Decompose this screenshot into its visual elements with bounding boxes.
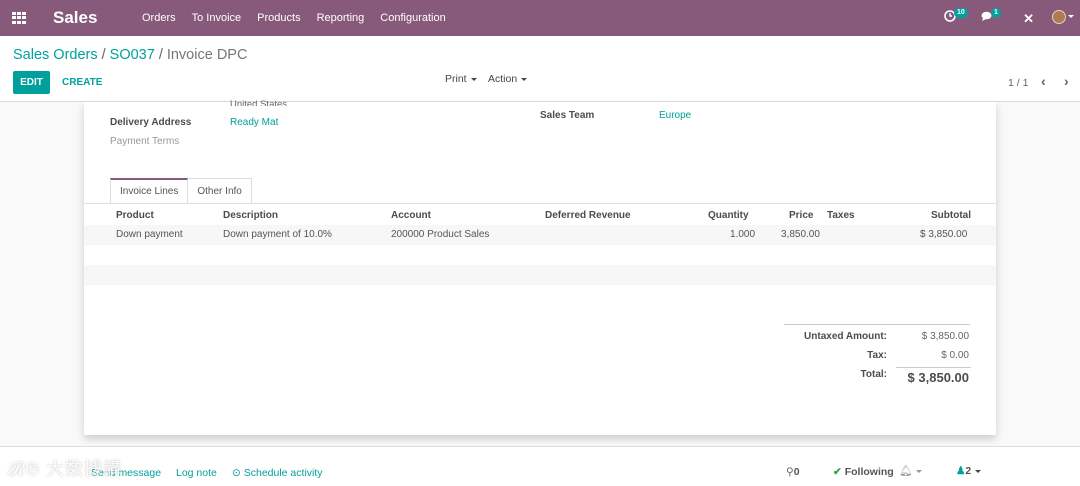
cell-account: 200000 Product Sales xyxy=(391,229,490,240)
apps-menu-icon[interactable] xyxy=(12,12,26,24)
tax-label: Tax: xyxy=(867,350,887,361)
watermark-text: 大数據講 xyxy=(46,459,123,479)
column-account[interactable]: Account xyxy=(391,210,431,221)
form-sheet: United States Delivery Address Ready Mat… xyxy=(84,99,996,435)
message-count-badge: 1 xyxy=(991,8,1001,18)
followers-count: 2 xyxy=(965,465,972,477)
column-description[interactable]: Description xyxy=(223,210,278,221)
print-label: Print xyxy=(445,73,467,85)
totals-divider xyxy=(784,324,970,325)
pager-value[interactable]: 1 / 1 xyxy=(1008,77,1028,89)
untaxed-amount-value: $ 3,850.00 xyxy=(921,331,969,342)
notification-bell-dropdown[interactable]: 🔔︎ xyxy=(899,464,923,477)
column-product[interactable]: Product xyxy=(116,210,154,221)
pager-next-icon[interactable]: › xyxy=(1064,73,1069,89)
menu-item-orders[interactable]: Orders xyxy=(142,12,176,24)
attachments-count: 0 xyxy=(793,466,800,478)
caret-down-icon xyxy=(470,77,477,81)
clock-icon: ⊙ xyxy=(232,467,241,479)
delivery-address-label: Delivery Address xyxy=(110,117,192,128)
check-icon: ✔ xyxy=(833,466,842,478)
edit-button[interactable]: EDIT xyxy=(13,71,50,94)
followers-dropdown[interactable]: ♟2 xyxy=(956,465,982,477)
pager-previous-icon[interactable]: ‹ xyxy=(1041,73,1046,89)
column-quantity[interactable]: Quantity xyxy=(708,210,749,221)
sales-team-link[interactable]: Europe xyxy=(659,110,691,121)
top-navbar: Sales Orders To Invoice Products Reporti… xyxy=(0,0,1080,36)
follow-button[interactable]: ✔ Following xyxy=(833,466,894,478)
untaxed-amount-label: Untaxed Amount: xyxy=(804,331,887,342)
menu-item-reporting[interactable]: Reporting xyxy=(317,12,365,24)
schedule-activity-label: Schedule activity xyxy=(243,467,323,479)
caret-down-icon xyxy=(916,469,923,473)
control-panel: Sales Orders / SO037/Invoice DPC EDIT CREA… xyxy=(0,36,1080,102)
table-row-empty xyxy=(84,265,996,285)
total-value: $ 3,850.00 xyxy=(907,370,969,385)
column-taxes[interactable]: Taxes xyxy=(827,210,855,221)
cell-quantity: 1.000 xyxy=(730,229,756,240)
tax-value: $ 0.00 xyxy=(941,350,969,361)
column-deferred-revenue[interactable]: Deferred Revenue xyxy=(545,210,631,221)
sales-team-label: Sales Team xyxy=(540,110,595,121)
print-dropdown[interactable]: Print xyxy=(445,73,477,85)
menu-item-to-invoice[interactable]: To Invoice xyxy=(192,12,242,24)
table-row[interactable]: Down payment Down payment of 10.0% 20000… xyxy=(84,225,996,245)
following-label: Following xyxy=(844,466,894,478)
breadcrumb-order[interactable]: SO037 xyxy=(110,47,155,63)
activity-menu[interactable]: 10 xyxy=(944,8,968,25)
watermark-logo-icon: 𝓡℗ xyxy=(8,459,47,479)
create-button[interactable]: CREATE xyxy=(62,77,102,88)
user-avatar[interactable] xyxy=(1052,10,1066,24)
tab-other-info[interactable]: Other Info xyxy=(188,178,252,203)
paperclip-icon: ⚲ xyxy=(786,466,794,478)
bell-icon: 🔔︎ xyxy=(899,465,913,477)
chevron-down-icon[interactable] xyxy=(1068,15,1074,18)
column-subtotal[interactable]: Subtotal xyxy=(931,210,971,221)
total-divider xyxy=(896,367,971,368)
tab-invoice-lines[interactable]: Invoice Lines xyxy=(110,178,189,203)
menu-item-configuration[interactable]: Configuration xyxy=(380,12,445,24)
notebook-tabs: Invoice Lines Other Info xyxy=(110,178,252,203)
table-row-empty xyxy=(84,245,996,265)
watermark: 𝓡℗ 大数據講 xyxy=(8,455,122,481)
caret-down-icon xyxy=(975,469,982,473)
chatter-bar: Send message Log note ⊙ Schedule activit… xyxy=(0,446,1080,486)
breadcrumb: Sales Orders / SO037/Invoice DPC xyxy=(13,47,247,63)
caret-down-icon xyxy=(521,77,528,81)
schedule-activity-button[interactable]: ⊙ Schedule activity xyxy=(232,467,323,479)
delivery-address-link[interactable]: Ready Mat xyxy=(230,117,278,128)
attachments-button[interactable]: ⚲0 xyxy=(786,466,800,478)
action-dropdown[interactable]: Action xyxy=(488,73,528,85)
log-note-button[interactable]: Log note xyxy=(176,467,217,479)
breadcrumb-separator: / xyxy=(101,47,106,63)
invoice-lines-header: Product Description Account Deferred Rev… xyxy=(84,204,996,226)
action-label: Action xyxy=(488,73,518,85)
cell-subtotal: $ 3,850.00 xyxy=(920,229,968,240)
menu-item-products[interactable]: Products xyxy=(257,12,300,24)
cell-price: 3,850.00 xyxy=(781,229,820,240)
breadcrumb-separator: / xyxy=(158,47,163,63)
messaging-menu[interactable]: 1 xyxy=(981,8,1001,25)
cell-description: Down payment of 10.0% xyxy=(223,229,332,240)
breadcrumb-sales-orders[interactable]: Sales Orders xyxy=(13,47,98,63)
total-label: Total: xyxy=(860,369,887,380)
column-price[interactable]: Price xyxy=(789,210,813,221)
breadcrumb-current: Invoice DPC xyxy=(166,47,248,63)
address-text-partial: United States xyxy=(230,99,288,106)
payment-terms-label: Payment Terms xyxy=(110,136,180,147)
activity-count-badge: 10 xyxy=(954,8,968,18)
app-brand[interactable]: Sales xyxy=(53,8,97,28)
user-icon: ♟ xyxy=(956,465,966,477)
cell-product: Down payment xyxy=(116,229,183,240)
close-icon[interactable]: ✕ xyxy=(1023,11,1034,27)
main-menu: Orders To Invoice Products Reporting Con… xyxy=(142,12,462,24)
